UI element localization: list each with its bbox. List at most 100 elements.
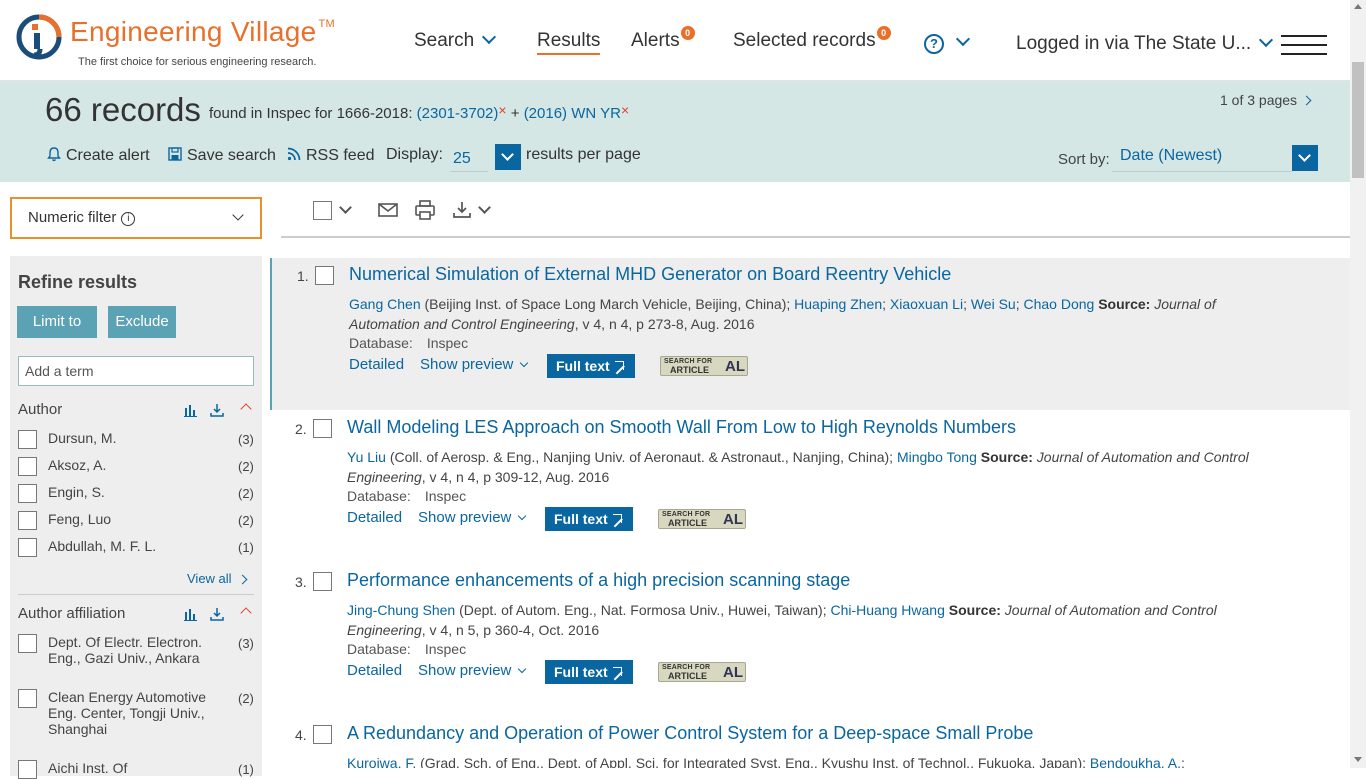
scroll-thumb[interactable] xyxy=(1352,62,1364,178)
author-facet-heading[interactable]: Author xyxy=(18,401,62,418)
bar-chart-icon[interactable] xyxy=(184,607,198,621)
result-checkbox[interactable] xyxy=(313,725,332,744)
nav-selected-records[interactable]: Selected records 0 xyxy=(733,26,891,52)
results-per-page-label: results per page xyxy=(526,146,641,163)
download-icon[interactable] xyxy=(452,200,474,220)
show-preview-link[interactable]: Show preview xyxy=(420,356,529,373)
query-term-2[interactable]: (2016) WN YR xyxy=(524,105,621,122)
results-summary-band: 66 records found in Inspec for 1666-2018… xyxy=(0,81,1350,182)
author-link[interactable]: Wei Su xyxy=(971,296,1016,312)
result-title-link[interactable]: Performance enhancements of a high preci… xyxy=(347,570,850,591)
chevron-down-icon xyxy=(520,358,529,368)
result-database: Database: Inspec xyxy=(347,488,467,504)
author-checkbox[interactable] xyxy=(18,430,37,449)
engineering-village-logo[interactable]: Engineering Village TM The first choice f… xyxy=(16,14,346,74)
result-title-link[interactable]: Numerical Simulation of External MHD Gen… xyxy=(349,264,951,285)
author-checkbox[interactable] xyxy=(18,538,37,557)
full-text-button[interactable]: Full text xyxy=(545,660,633,684)
rss-feed-button[interactable]: RSS feed xyxy=(286,146,374,165)
alerts-count-badge: 0 xyxy=(680,26,695,40)
chevron-down-icon xyxy=(501,148,514,161)
result-checkbox[interactable] xyxy=(315,266,334,285)
search-for-article-button[interactable]: SEARCH FOR ARTICLE AL xyxy=(660,356,748,376)
result-item: 1. Numerical Simulation of External MHD … xyxy=(270,258,1350,410)
refine-results-title: Refine results xyxy=(18,272,138,292)
collapse-author-icon[interactable] xyxy=(240,403,252,415)
rss-icon xyxy=(287,147,301,161)
nav-login[interactable]: Logged in via The State U... xyxy=(1016,32,1274,55)
save-search-button[interactable]: Save search xyxy=(167,146,276,165)
create-alert-button[interactable]: Create alert xyxy=(46,146,150,165)
author-link[interactable]: Jing-Chung Shen xyxy=(347,602,455,618)
nav-search[interactable]: Search xyxy=(414,29,497,52)
full-text-button[interactable]: Full text xyxy=(545,507,633,531)
scroll-down-arrow-icon[interactable] xyxy=(1354,757,1362,762)
remove-term-2-icon[interactable]: × xyxy=(621,102,629,118)
result-title-link[interactable]: Wall Modeling LES Approach on Smooth Wal… xyxy=(347,417,1016,438)
author-link[interactable]: Chi-Huang Hwang xyxy=(830,602,944,618)
result-title-link[interactable]: A Redundancy and Operation of Power Cont… xyxy=(347,723,1033,744)
nav-results[interactable]: Results xyxy=(537,30,601,55)
exclude-button[interactable]: Exclude xyxy=(108,306,176,338)
query-term-1[interactable]: (2301-3702) xyxy=(417,105,499,122)
search-for-article-button[interactable]: SEARCH FOR ARTICLE AL xyxy=(658,509,746,529)
result-checkbox[interactable] xyxy=(313,572,332,591)
author-link[interactable]: Huaping Zhen xyxy=(794,296,882,312)
download-options-chevron-icon[interactable] xyxy=(478,201,491,214)
author-link[interactable]: Gang Chen xyxy=(349,296,421,312)
limit-to-button[interactable]: Limit to xyxy=(17,306,97,338)
next-page-icon[interactable] xyxy=(1301,95,1312,106)
select-options-chevron-icon[interactable] xyxy=(339,201,352,214)
show-preview-link[interactable]: Show preview xyxy=(418,662,527,679)
numeric-filter-dropdown[interactable]: Numeric filter i xyxy=(10,197,262,239)
affiliation-facet-heading[interactable]: Author affiliation xyxy=(18,605,125,622)
nav-alerts[interactable]: Alerts 0 xyxy=(631,26,695,52)
page-scrollbar[interactable] xyxy=(1350,0,1366,768)
author-checkbox[interactable] xyxy=(18,511,37,530)
author-checkbox[interactable] xyxy=(18,457,37,476)
collapse-affiliation-icon[interactable] xyxy=(240,607,252,619)
print-icon[interactable] xyxy=(414,200,436,220)
affiliation-checkbox[interactable] xyxy=(18,689,37,708)
select-all-checkbox[interactable] xyxy=(313,201,332,220)
author-link[interactable]: Chao Dong xyxy=(1024,296,1095,312)
nav-help[interactable]: ? xyxy=(924,31,971,54)
result-checkbox[interactable] xyxy=(313,419,332,438)
help-icon: ? xyxy=(924,34,944,54)
search-for-article-button[interactable]: SEARCH FOR ARTICLE AL xyxy=(658,662,746,682)
remove-term-1-icon[interactable]: × xyxy=(498,102,506,118)
detailed-link[interactable]: Detailed xyxy=(347,662,402,679)
author-link[interactable]: Yu Liu xyxy=(347,449,386,465)
author-link[interactable]: Xiaoxuan Li xyxy=(890,296,963,312)
full-text-button[interactable]: Full text xyxy=(547,354,635,378)
bar-chart-icon[interactable] xyxy=(184,403,198,417)
add-term-input[interactable]: Add a term xyxy=(18,356,254,386)
info-icon[interactable]: i xyxy=(121,212,136,226)
sort-dropdown-button[interactable] xyxy=(1292,145,1318,171)
download-icon[interactable] xyxy=(210,403,224,417)
email-icon[interactable] xyxy=(377,200,399,220)
affiliation-facet-tools xyxy=(184,607,254,623)
affiliation-checkbox[interactable] xyxy=(18,634,37,653)
author-checkbox[interactable] xyxy=(18,484,37,503)
download-icon[interactable] xyxy=(210,607,224,621)
author-link[interactable]: Bendoukha, A. xyxy=(1090,755,1181,768)
result-authors: Gang Chen (Beijing Inst. of Space Long M… xyxy=(349,296,1216,332)
show-preview-link[interactable]: Show preview xyxy=(418,509,527,526)
page-indicator[interactable]: 1 of 3 pages xyxy=(1220,92,1312,108)
view-all-authors-link[interactable]: View all xyxy=(187,571,248,586)
chevron-down-icon xyxy=(955,31,971,47)
floppy-disk-icon xyxy=(168,147,182,161)
results-per-page-dropdown[interactable] xyxy=(495,144,521,170)
facet-divider xyxy=(18,594,254,595)
scroll-up-arrow-icon[interactable] xyxy=(1354,4,1362,9)
detailed-link[interactable]: Detailed xyxy=(347,509,402,526)
detailed-link[interactable]: Detailed xyxy=(349,356,404,373)
menu-hamburger-icon[interactable] xyxy=(1281,35,1327,55)
author-link[interactable]: Mingbo Tong xyxy=(897,449,977,465)
sort-by-label: Sort by: xyxy=(1058,151,1110,168)
sort-select-value[interactable]: Date (Newest) xyxy=(1112,147,1292,172)
affiliation-checkbox[interactable] xyxy=(18,760,37,779)
results-per-page-value[interactable]: 25 xyxy=(453,150,471,168)
author-link[interactable]: Kuroiwa, F. xyxy=(347,755,416,768)
